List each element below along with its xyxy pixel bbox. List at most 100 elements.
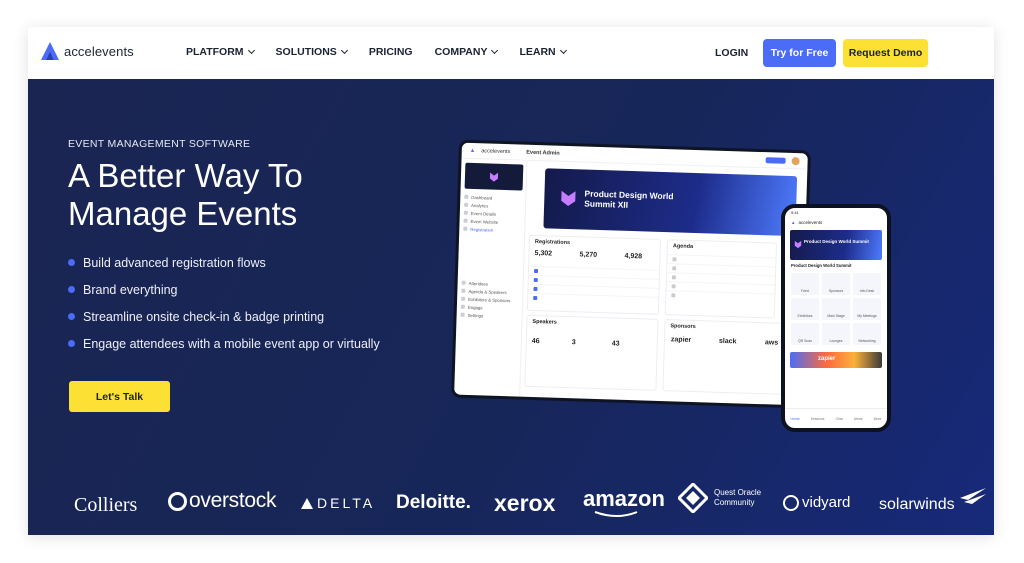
phone-tab: Home [790, 416, 800, 421]
brand-name: accelevents [64, 43, 134, 59]
feature-text: Engage attendees with a mobile event app… [83, 336, 380, 351]
stat: 46 [531, 337, 540, 346]
main-menu: PLATFORM SOLUTIONS PRICING COMPANY LEARN [186, 46, 567, 58]
card-title: Speakers [532, 318, 557, 326]
bullet-dot-icon [68, 313, 75, 320]
stat: 3 [571, 339, 576, 347]
dashboard-screenshot: ▲ accelevents Event Admin Dashboard Anal… [451, 139, 811, 409]
phone-tab: Alerts [853, 416, 863, 421]
stat: 4,928 [624, 252, 643, 261]
bullet-dot-icon [68, 340, 75, 347]
lets-talk-button[interactable]: Let's Talk [69, 381, 170, 412]
bullet-dot-icon [68, 259, 75, 266]
phone-tab-bar: Home Sessions Chat Alerts More [785, 408, 887, 428]
phone-tile: Lounges [822, 323, 850, 345]
hero-section: EVENT MANAGEMENT SOFTWARE A Better Way T… [28, 79, 994, 535]
feature-text: Build advanced registration flows [83, 255, 266, 270]
phone-tile: Networking [853, 323, 881, 345]
phone-logo-icon: ▲ [791, 220, 796, 225]
event-brand-tile [464, 162, 524, 191]
logo-overstock: overstock [168, 489, 276, 513]
stat: 43 [611, 340, 620, 348]
feature-item: Brand everything [68, 276, 380, 303]
sidebar-item: Settings [460, 311, 518, 321]
chevron-down-icon [247, 46, 255, 55]
event-logo-icon [794, 240, 802, 249]
logo-amazon: amazon [583, 486, 665, 517]
brand-logo[interactable]: accelevents [40, 41, 134, 61]
agenda-card: Agenda [664, 239, 778, 319]
dashboard-main: Product Design World Summit XII Registra… [524, 165, 805, 405]
dashboard-app-name: accelevents [481, 147, 511, 155]
amazon-smile-icon [594, 511, 638, 517]
registrations-card: Registrations 5,302 5,270 4,928 [526, 234, 662, 315]
logo-amazon-text: amazon [583, 486, 665, 511]
phone-banner-title: Product Design World Summit [804, 239, 869, 244]
menu-pricing[interactable]: PRICING [369, 46, 413, 58]
phone-tab: Chat [835, 416, 843, 421]
menu-company[interactable]: COMPANY [434, 46, 499, 58]
logo-quest: Quest Oracle Community [678, 483, 762, 513]
agenda-list [666, 254, 776, 303]
phone-tile: Exhibitors [791, 298, 819, 320]
request-demo-button[interactable]: Request Demo [843, 39, 928, 67]
feature-item: Streamline onsite check-in & badge print… [68, 303, 380, 330]
phone-strip-label: zapier [818, 356, 836, 362]
logo-solarwinds: solarwinds [879, 496, 955, 513]
customer-logos: Colliers overstock DELTA Deloitte. xerox… [28, 483, 994, 526]
phone-tile-grid: Feed Sponsors Info Desk Exhibitors Main … [785, 268, 887, 350]
login-link[interactable]: LOGIN [715, 47, 748, 59]
card-title: Agenda [672, 243, 694, 250]
phone-status-bar: 9:41 [791, 210, 799, 215]
menu-company-label: COMPANY [434, 46, 488, 58]
menu-learn[interactable]: LEARN [519, 46, 567, 58]
menu-platform[interactable]: PLATFORM [186, 46, 255, 58]
logo-vidyard-text: vidyard [802, 494, 851, 511]
phone-app-name: accelevents [798, 220, 823, 225]
phone-banner: Product Design World Summit [790, 230, 882, 260]
try-for-free-button[interactable]: Try for Free [763, 39, 836, 67]
sponsor-logo: aws [764, 339, 779, 347]
logo-overstock-text: overstock [189, 489, 277, 512]
menu-solutions-label: SOLUTIONS [275, 46, 337, 58]
phone-tile: QR Scan [791, 323, 819, 345]
dashboard-button [765, 156, 786, 164]
mobile-app-screenshot: 9:41 ▲ accelevents Product Design World … [781, 204, 891, 432]
phone-tab: More [873, 416, 882, 421]
phone-tile: Sponsors [822, 273, 850, 295]
dashboard-logo-icon: ▲ [469, 147, 476, 154]
stat: 5,270 [579, 251, 598, 259]
event-logo-icon [489, 172, 499, 182]
phone-header: ▲ accelevents [785, 218, 887, 227]
hero-eyebrow: EVENT MANAGEMENT SOFTWARE [68, 138, 251, 150]
logo-xerox: xerox [494, 490, 556, 516]
chevron-down-icon [491, 46, 499, 55]
dashboard-sidebar: Dashboard Analytics Event Details Event … [454, 158, 528, 397]
menu-pricing-label: PRICING [368, 46, 413, 58]
solarwinds-bird-icon [960, 488, 986, 504]
logo-colliers: Colliers [74, 494, 138, 516]
delta-triangle-icon [301, 497, 313, 509]
feature-text: Streamline onsite check-in & badge print… [83, 309, 325, 324]
feature-item: Build advanced registration flows [68, 249, 380, 276]
vidyard-robot-icon [783, 494, 799, 511]
menu-solutions[interactable]: SOLUTIONS [275, 46, 348, 58]
menu-platform-label: PLATFORM [186, 46, 244, 58]
accelevents-logo-icon [41, 42, 59, 60]
speakers-card: Speakers 46 3 43 [524, 314, 659, 391]
phone-tile: My Meetings [853, 298, 881, 320]
logo-delta-text: DELTA [317, 495, 376, 511]
overstock-o-icon [168, 491, 187, 511]
avatar [791, 156, 800, 165]
banner-title: Product Design World Summit XII [584, 188, 674, 210]
logo-vidyard: vidyard [783, 494, 850, 511]
chevron-down-icon [340, 46, 348, 55]
bullet-dot-icon [68, 286, 75, 293]
menu-learn-label: LEARN [519, 46, 556, 58]
feature-text: Brand everything [83, 282, 178, 297]
sponsor-logo: slack [718, 337, 737, 346]
hero-headline: A Better Way To Manage Events [68, 157, 303, 232]
logo-delta: DELTA [301, 495, 375, 511]
dashboard-section: Event Admin [526, 149, 560, 157]
phone-tile: Info Desk [853, 273, 881, 295]
